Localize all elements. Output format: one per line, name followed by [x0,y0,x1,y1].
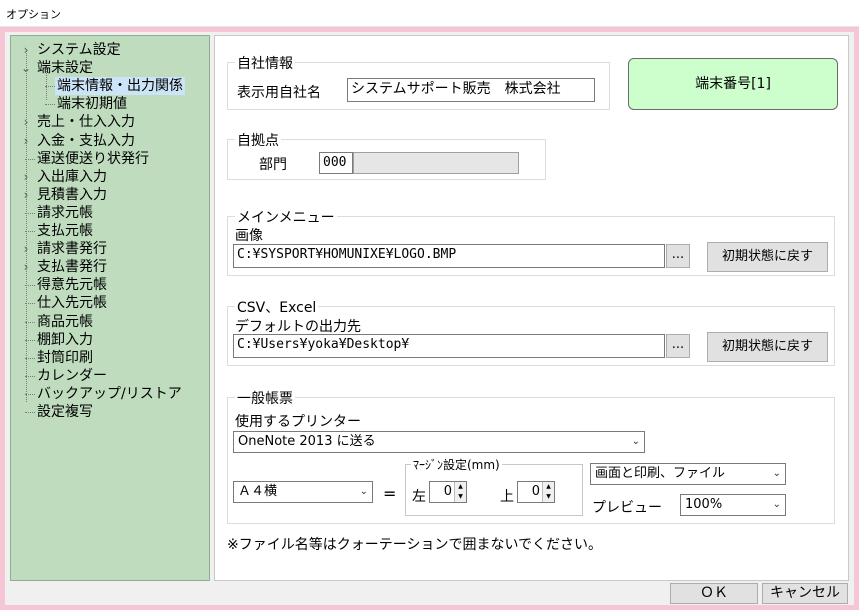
base-group-title: 自拠点 [235,130,281,150]
company-name-label: 表示用自社名 [237,85,321,101]
tree-item-label: 端末初期値 [57,96,127,113]
printer-label: 使用するプリンター [235,414,361,430]
csv-output-label: デフォルトの出力先 [235,319,361,335]
chevron-down-icon: ⌄ [772,499,781,510]
margin-group-title: ﾏｰｼﾞﾝ設定(mm) [411,456,502,473]
tree-item-label: システム設定 [37,42,121,58]
spin-down-icon[interactable]: ▼ [542,492,554,502]
tree-connector [26,50,27,402]
tree-item-label: 運送便送り状発行 [37,150,149,167]
dept-name-display [353,152,519,174]
spin-up-icon[interactable]: ▲ [454,482,466,492]
dialog-client: › システム設定 ⌄ 端末設定 端末情報・出力関係 端末初期値 › 売上・仕入入力 › 入金・支払… [5,32,854,605]
title-bar: オプション [0,0,859,27]
margin-top-value: 0 [531,484,540,499]
chevron-down-icon: ⌄ [631,436,640,447]
margin-left-label: 左 [412,489,426,505]
tree-item-label: 請求書発行 [37,241,107,258]
spin-down-icon[interactable]: ▼ [454,492,466,502]
chevron-down-icon: ⌄ [772,468,781,479]
spin-up-icon[interactable]: ▲ [542,482,554,492]
chevron-down-icon: ⌄ [359,486,368,497]
image-browse-button[interactable]: ... [666,244,690,268]
image-reset-button[interactable]: 初期状態に戻す [707,242,828,272]
terminal-number-button[interactable]: 端末番号[1] [628,58,838,110]
settings-tree[interactable]: › システム設定 ⌄ 端末設定 端末情報・出力関係 端末初期値 › 売上・仕入入力 › 入金・支払… [10,35,210,581]
preview-zoom-value: 100% [685,497,723,512]
tree-item-label: 商品元帳 [37,313,93,330]
forms-group-title: 一般帳票 [235,388,295,408]
dept-label: 部門 [259,157,287,173]
settings-panel: 自社情報 表示用自社名 システムサポート販売 株式会社 端末番号[1] 自拠点 … [214,35,849,581]
company-group-title: 自社情報 [235,53,295,73]
preview-label: プレビュー [592,500,662,516]
image-path-input[interactable]: C:¥SYSPORT¥HOMUNIXE¥LOGO.BMP [233,244,665,268]
paper-size-select[interactable]: Ａ４横 ⌄ [233,481,373,503]
tree-item-label: 請求元帳 [37,204,93,221]
tree-item-label: 設定複写 [37,404,93,420]
dept-code-input[interactable]: 000 [319,152,353,174]
margin-left-value: 0 [443,484,452,499]
image-label: 画像 [235,228,263,244]
output-mode-select[interactable]: 画面と印刷、ファイル ⌄ [590,463,786,485]
window-frame: › システム設定 ⌄ 端末設定 端末情報・出力関係 端末初期値 › 売上・仕入入力 › 入金・支払… [0,27,859,610]
csv-browse-button[interactable]: ... [666,334,690,358]
main-menu-group-title: メインメニュー [235,207,337,227]
tree-item-label: カレンダー [37,367,107,384]
tree-item-label: 入出庫入力 [37,168,107,185]
csv-group-title: CSV、Excel [235,297,319,317]
output-mode-value: 画面と印刷、ファイル [595,466,726,481]
tree-item-label: 封筒印刷 [37,349,93,366]
printer-select[interactable]: OneNote 2013 に送る ⌄ [233,431,645,453]
ok-button[interactable]: ＯＫ [670,583,758,604]
equals-sign: = [383,484,397,503]
tree-connector [25,412,35,413]
filename-note: ※ファイル名等はクォーテーションで囲まないでください。 [227,537,603,553]
tree-item-label: 売上・仕入入力 [37,114,135,131]
margin-top-label: 上 [500,489,514,505]
csv-output-path-input[interactable]: C:¥Users¥yoka¥Desktop¥ [233,334,665,358]
printer-select-value: OneNote 2013 に送る [238,434,376,449]
tree-item-label: 得意先元帳 [37,277,107,294]
tree-item-label: 支払書発行 [37,259,107,276]
company-name-input[interactable]: システムサポート販売 株式会社 [347,78,595,102]
tree-item-label: 端末情報・出力関係 [55,77,185,96]
tree-item-label: 棚卸入力 [37,331,93,348]
margin-left-spinner[interactable]: 0 ▲ ▼ [429,481,467,503]
csv-reset-button[interactable]: 初期状態に戻す [707,332,828,362]
cancel-button[interactable]: キャンセル [762,583,848,604]
tree-connector [45,104,55,106]
tree-item-label: 仕入先元帳 [37,295,107,312]
preview-zoom-select[interactable]: 100% ⌄ [680,494,786,516]
window-title: オプション [6,8,61,21]
tree-item-label: 入金・支払入力 [37,132,135,149]
tree-item-label: 見積書入力 [37,186,107,203]
paper-size-value: Ａ４横 [238,484,278,499]
margin-top-spinner[interactable]: 0 ▲ ▼ [517,481,555,503]
tree-connector [46,68,47,100]
tree-item-label: バックアップ/リストア [37,385,182,402]
tree-item-label: 支払元帳 [37,223,93,239]
